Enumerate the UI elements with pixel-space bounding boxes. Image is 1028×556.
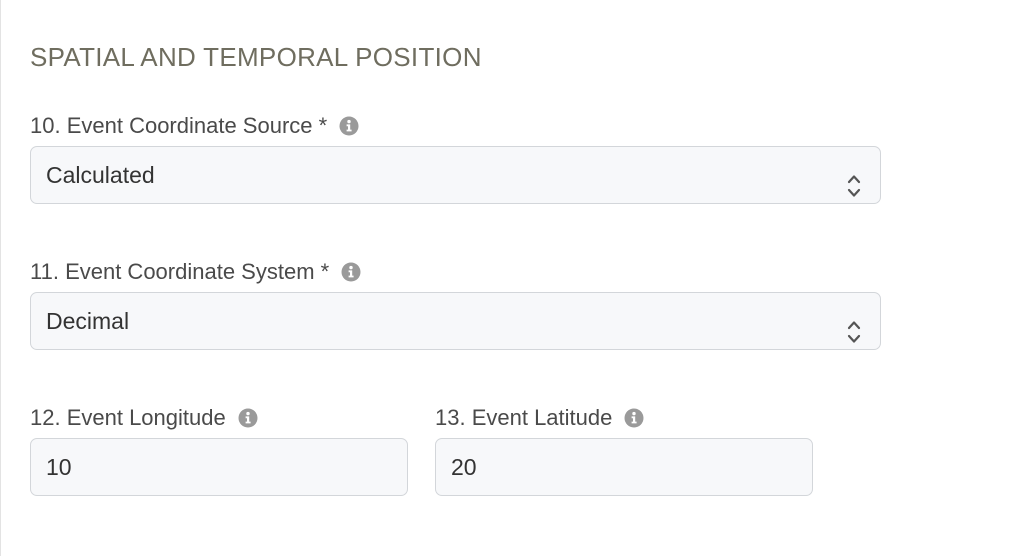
event-longitude-input[interactable]: 10 [30, 438, 408, 496]
info-circle-icon[interactable] [339, 116, 359, 136]
field-label-row: 10. Event Coordinate Source * [30, 112, 359, 140]
selected-value: Calculated [46, 162, 155, 188]
event-coordinate-source-select[interactable]: Calculated [30, 146, 881, 204]
field-event-latitude: 13. Event Latitude 20 [435, 404, 813, 496]
field-label: 13. Event Latitude [435, 405, 613, 430]
info-circle-icon[interactable] [624, 408, 644, 428]
field-label-row: 11. Event Coordinate System * [30, 258, 361, 286]
info-circle-icon[interactable] [341, 262, 361, 282]
field-label: 10. Event Coordinate Source * [30, 113, 328, 138]
field-label-row: 13. Event Latitude [435, 404, 644, 432]
field-label: 11. Event Coordinate System * [30, 259, 330, 284]
field-event-coordinate-source: 10. Event Coordinate Source * Calculated [30, 112, 881, 204]
field-label-row: 12. Event Longitude [30, 404, 258, 432]
input-value: 20 [451, 454, 477, 480]
event-coordinate-system-select[interactable]: Decimal [30, 292, 881, 350]
select-arrows-icon [847, 163, 861, 197]
input-value: 10 [46, 454, 72, 480]
field-event-longitude: 12. Event Longitude 10 [30, 404, 408, 496]
field-event-coordinate-system: 11. Event Coordinate System * Decimal [30, 258, 881, 350]
field-label: 12. Event Longitude [30, 405, 226, 430]
select-arrows-icon [847, 309, 861, 343]
info-circle-icon[interactable] [238, 408, 258, 428]
selected-value: Decimal [46, 308, 130, 334]
section-title: SPATIAL AND TEMPORAL POSITION [30, 42, 482, 72]
form-panel: SPATIAL AND TEMPORAL POSITION 10. Event … [0, 0, 1028, 556]
event-latitude-input[interactable]: 20 [435, 438, 813, 496]
